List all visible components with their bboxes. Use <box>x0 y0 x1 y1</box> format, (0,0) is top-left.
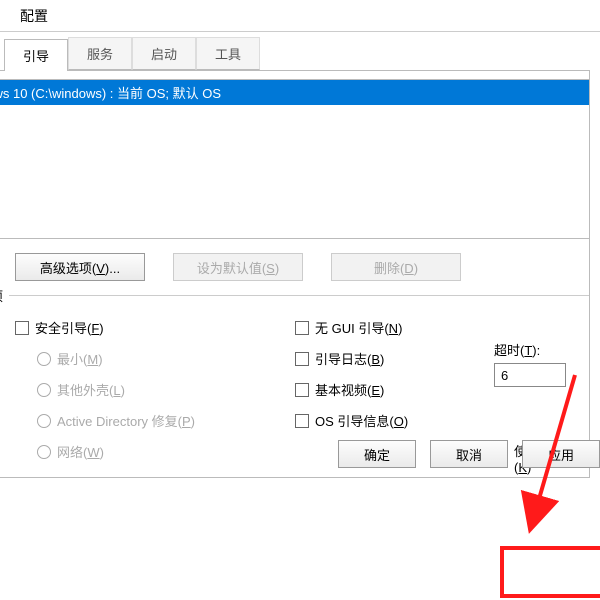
boot-buttons-row: 高级选项(V)... 设为默认值(S) 删除(D) <box>0 239 589 295</box>
radio-altshell-row: 其他外壳(L) <box>37 380 295 399</box>
checkbox-icon[interactable] <box>295 321 309 335</box>
cancel-button[interactable]: 取消 <box>430 440 508 468</box>
group-title: 选项 <box>0 286 9 305</box>
ok-button[interactable]: 确定 <box>338 440 416 468</box>
radio-network-label: 网络(W) <box>57 442 104 461</box>
boot-entries-list[interactable]: dows 10 (C:\windows) : 当前 OS; 默认 OS <box>0 79 589 239</box>
radio-icon <box>37 414 51 428</box>
timeout-input[interactable] <box>494 363 566 387</box>
radio-minimal-row: 最小(M) <box>37 349 295 368</box>
checkbox-icon[interactable] <box>295 383 309 397</box>
radio-ad-label: Active Directory 修复(P) <box>57 411 195 430</box>
safe-boot-row[interactable]: 安全引导(F) <box>15 318 295 337</box>
tab-boot[interactable]: 引导 <box>4 39 68 71</box>
tab-tools[interactable]: 工具 <box>196 37 260 70</box>
annotation-highlight-box <box>500 546 600 598</box>
radio-minimal-label: 最小(M) <box>57 349 103 368</box>
radio-icon <box>37 352 51 366</box>
checkbox-icon[interactable] <box>295 414 309 428</box>
basevideo-row[interactable]: 基本视频(E) <box>295 380 495 399</box>
tab-strip: 引导 服务 启动 工具 <box>0 38 600 70</box>
nogui-label: 无 GUI 引导(N) <box>315 318 402 337</box>
osboot-row[interactable]: OS 引导信息(O) <box>295 411 495 430</box>
delete-button: 删除(D) <box>331 253 461 281</box>
window-title: 配置 <box>20 6 48 26</box>
safe-boot-label: 安全引导(F) <box>35 318 104 337</box>
window-titlebar: 配置 <box>0 0 600 32</box>
timeout-label: 超时(T): <box>494 340 584 359</box>
set-default-button: 设为默认值(S) <box>173 253 303 281</box>
checkbox-icon[interactable] <box>15 321 29 335</box>
tab-startup[interactable]: 启动 <box>132 37 196 70</box>
radio-icon <box>37 445 51 459</box>
osboot-label: OS 引导信息(O) <box>315 411 408 430</box>
dialog-buttons: 确定 取消 应用 <box>338 440 600 468</box>
radio-icon <box>37 383 51 397</box>
nogui-row[interactable]: 无 GUI 引导(N) <box>295 318 495 337</box>
apply-button[interactable]: 应用 <box>522 440 600 468</box>
checkbox-icon[interactable] <box>295 352 309 366</box>
advanced-options-button[interactable]: 高级选项(V)... <box>15 253 145 281</box>
bootlog-row[interactable]: 引导日志(B) <box>295 349 495 368</box>
tab-services[interactable]: 服务 <box>68 37 132 70</box>
radio-ad-row: Active Directory 修复(P) <box>37 411 295 430</box>
boot-entry-selected[interactable]: dows 10 (C:\windows) : 当前 OS; 默认 OS <box>0 80 589 105</box>
radio-altshell-label: 其他外壳(L) <box>57 380 125 399</box>
radio-network-row: 网络(W) <box>37 442 295 461</box>
bootlog-label: 引导日志(B) <box>315 349 384 368</box>
basevideo-label: 基本视频(E) <box>315 380 384 399</box>
